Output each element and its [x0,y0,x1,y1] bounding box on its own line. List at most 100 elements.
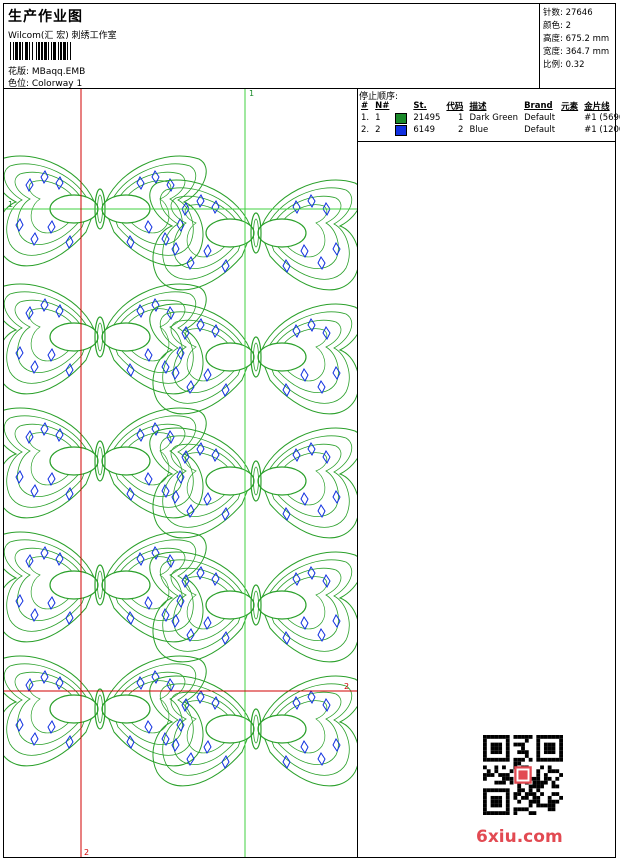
qr-cell [543,742,548,747]
qr-cell [494,803,499,808]
qr-cell [543,750,548,755]
barcode-bar [19,42,21,60]
qr-cell [505,807,510,812]
qr-cell [551,757,556,762]
qr-cell [498,780,503,785]
qr-cell [536,735,541,739]
qr-cell [490,795,495,800]
qr-cell [483,803,487,808]
qr-cell [509,776,514,781]
qr-cell [494,799,499,804]
qr-cell [483,735,487,739]
qr-cell [540,780,544,785]
qr-cell [559,795,563,800]
qr-cell [524,738,529,743]
stop-sequence-panel: 停止顺序: # N# St. 代码 描述 Brand 元素 金片线 1. 1 2… [358,89,620,857]
qr-cell [555,769,560,774]
qr-cell [483,742,487,747]
qr-cell [517,750,522,755]
qr-code [483,735,563,815]
qr-cell [517,761,522,766]
stat-width: 宽度: 364.7 mm [543,47,610,57]
qr-cell [532,792,537,796]
barcode-bar [44,42,47,60]
guide-label-v2: 2 [84,848,89,857]
qr-cell [543,773,548,777]
qr-cell [509,769,514,774]
qr-cell [559,773,563,777]
qr-cell [517,792,522,796]
barcode-bar [32,42,33,60]
qr-cell [494,735,499,739]
barcode-bar [58,42,59,60]
guide-label-h1: 1 [8,200,13,209]
qr-cell [513,795,518,800]
qr-cell [486,773,491,777]
qr-cell [559,746,563,751]
qr-cell [498,757,503,762]
qr-cell [498,735,503,739]
qr-cell [536,769,541,774]
qr-cell [517,788,522,793]
barcode-bar [70,42,71,60]
stat-height: 高度: 675.2 mm [543,34,610,44]
qr-cell [547,795,552,800]
qr-cell [513,757,518,762]
qr-cell [494,780,499,785]
qr-cell [483,738,487,743]
row-stitches: 21495 [413,113,441,123]
qr-cell [513,735,518,739]
qr-cell [490,803,495,808]
qr-cell [494,746,499,751]
qr-cell [536,799,541,804]
row-brand: Default [524,125,556,135]
row-element [558,124,581,136]
qr-cell [502,811,506,815]
row-sequin: #1 (5690) [584,113,620,123]
qr-cell [494,788,499,793]
stat-scale: 比例: 0.32 [543,60,585,70]
qr-cell [505,738,510,743]
qr-cell [483,773,487,777]
qr-cell [551,792,556,796]
qr-cell [502,773,506,777]
qr-cell [505,773,510,777]
stats-box: 针数: 27646 颜色: 2 高度: 675.2 mm 宽度: 364.7 m… [539,4,615,88]
qr-cell [483,807,487,812]
qr-cell [536,746,541,751]
qr-cell [521,795,525,800]
qr-cell [483,799,487,804]
qr-cell [540,792,544,796]
qr-cell [498,773,503,777]
barcode-bar [63,42,66,60]
qr-cell [490,735,495,739]
qr-cell [536,776,541,781]
qr-cell [555,757,560,762]
qr-cell [547,765,552,770]
row-desc: Dark Green [469,113,519,123]
qr-cell [502,776,506,781]
qr-cell [536,784,541,789]
col-index: # [361,101,369,111]
barcode-bar [15,42,18,60]
qr-cell [494,742,499,747]
qr-cell [547,735,552,739]
qr-cell [536,750,541,755]
barcode-bar [10,42,11,60]
qr-cell [559,738,563,743]
qr-cell [513,807,518,812]
qr-cell [498,788,503,793]
qr-cell [505,776,510,781]
guide-label-h2: 2 [344,682,349,691]
qr-cell [486,757,491,762]
qr-cell [486,735,491,739]
qr-cell [543,803,548,808]
qr-cell [528,784,533,789]
qr-cell [521,735,525,739]
qr-cell [509,780,514,785]
qr-cell [505,792,510,796]
row-swatch [392,124,410,136]
qr-cell [555,735,560,739]
qr-cell [513,742,518,747]
row-stitches: 6149 [413,125,436,135]
